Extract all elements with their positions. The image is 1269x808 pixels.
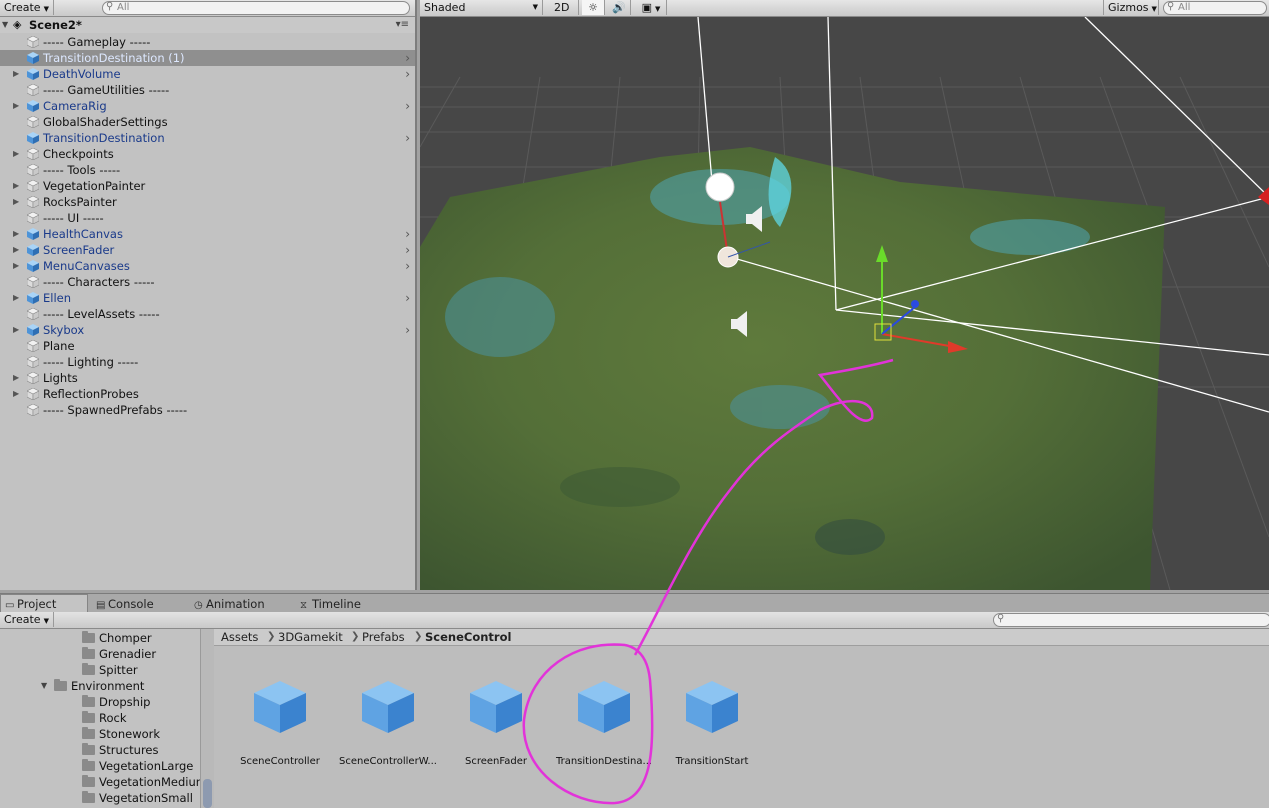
- annotation-circle: [522, 643, 654, 805]
- annotation-arrow: [633, 358, 894, 656]
- annotation-overlay: [522, 358, 894, 805]
